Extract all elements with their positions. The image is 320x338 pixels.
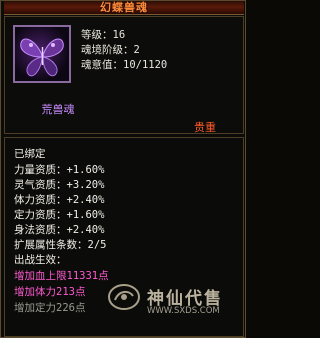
title-bar: 幻蝶兽魂 [4,1,244,15]
watermark-logo-icon [108,284,140,310]
item-name: 荒兽魂 [41,103,75,116]
battle-effect-label: 出战生效： [14,254,67,266]
effect-line: 增加血上限11331点 [14,270,109,282]
item-header: 等级：16 魂境阶级：2 魂意值：10/1120 荒兽魂 贵重 [4,16,244,134]
attribute-line: 身法资质：+2.40% [14,224,105,236]
attribute-line: 体力资质：+2.40% [14,194,105,206]
bound-status: 已绑定 [14,148,46,160]
soul-value-text: 魂意值：10/1120 [81,59,168,71]
item-tooltip: 幻蝶兽魂 等级：16 魂境阶级：2 魂意值：10/1120 荒兽魂 贵重 已绑定… [0,0,246,338]
stage-text: 魂境阶级：2 [81,44,140,56]
item-title: 幻蝶兽魂 [100,1,148,14]
extension-count: 扩展属性条数：2/5 [14,239,107,251]
purple-butterfly-icon [13,25,71,83]
effect-line: 增加体力213点 [14,286,86,298]
watermark-site: WWW.SXDS.COM [147,306,220,316]
effect-line: 增加定力226点 [14,302,86,314]
attribute-line: 定力资质：+1.60% [14,209,105,221]
rank-badge: 贵重 [194,121,216,134]
attribute-line: 灵气资质：+3.20% [14,179,105,191]
level-text: 等级：16 [81,29,126,41]
attribute-line: 力量资质：+1.60% [14,164,105,176]
item-details: 已绑定 力量资质：+1.60% 灵气资质：+3.20% 体力资质：+2.40% … [4,137,244,337]
watermark: 神仙代售 WWW.SXDS.COM [105,278,239,318]
